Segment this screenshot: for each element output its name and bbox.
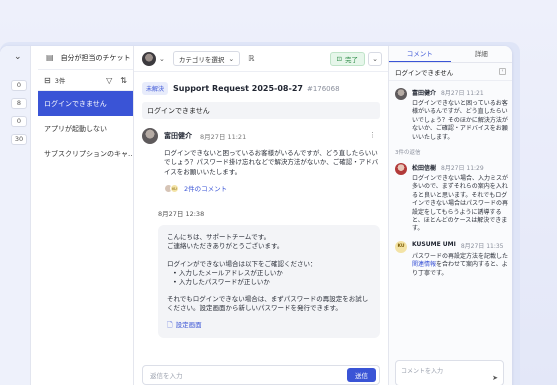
ticket-subject: ログインできません — [142, 102, 380, 119]
complete-button[interactable]: ⊡ 完了 — [329, 51, 365, 66]
avatar: KU — [395, 240, 407, 253]
archive-icon: ⊡ — [336, 54, 342, 63]
count-column: ⌄ 0 8 0 30 — [0, 46, 31, 385]
reply-bullet: • 入力したメールアドレスが正しいか — [173, 268, 283, 277]
category-select[interactable]: カテゴリを選択 ⌄ — [172, 51, 241, 66]
category-select-label: カテゴリを選択 — [178, 55, 225, 64]
comment-text: ログインできないと困っているお客様がいるんですが、どう直したらいいでしょう？その… — [412, 100, 508, 141]
file-icon: 🗋 — [167, 320, 173, 329]
avatar — [142, 128, 158, 144]
reply-line: ログインができない場合は以下をご確認ください： — [167, 259, 317, 268]
side-header: ログインできません ‹ — [389, 63, 512, 81]
reply-line: ご連絡いただきありがとうございます。 — [167, 242, 284, 251]
ticket-count: 3件 — [54, 77, 66, 85]
message-date: 8月27日 11:21 — [200, 133, 247, 141]
tab-details[interactable]: 詳細 — [451, 46, 513, 62]
reply-bullet: • 入力したパスワードが正しいか — [173, 278, 270, 287]
ticket-item[interactable]: サブスクリプションのキャ... — [38, 141, 133, 166]
ticket-item[interactable]: アプリが起動しない — [38, 116, 133, 141]
ticket-list: ▤ 自分が担当のチケット ⊟ 3件 ▽ ⇅ ログインできません アプリが起動しな… — [38, 46, 134, 385]
count-badge: 0 — [11, 80, 27, 91]
customer-message: 富田健介 8月27日 11:21 ⋮ ログインできないと困っているお客様がいるん… — [134, 119, 388, 193]
sort-icon[interactable]: ⇅ — [120, 76, 127, 85]
kebab-menu-icon[interactable]: ⋮ — [369, 131, 376, 139]
ticket-title-row: 未解決 Support Request 2025-08-27 #176068 — [134, 72, 388, 95]
chevron-down-icon[interactable]: ⌄ — [14, 52, 22, 62]
complete-button-label: 完了 — [345, 55, 358, 64]
reply-date: 8月27日 12:38 — [158, 210, 205, 219]
related-info-link[interactable]: 関連情報 — [412, 261, 436, 268]
translate-icon[interactable]: ℝ — [248, 54, 254, 63]
app-window: ⌄ 0 8 0 30 ▤ 自分が担当のチケット ⊟ 3件 ▽ ⇅ ログインできま… — [0, 46, 512, 385]
more-options-button[interactable]: ⌄ — [368, 51, 382, 66]
comment-item: 富田健介 8月27日 11:21 ログインできないと困っているお客様がいるんです… — [389, 81, 512, 142]
assignee-avatar[interactable] — [142, 51, 156, 66]
message-author: 富田健介 — [164, 132, 192, 140]
status-badge: 未解決 — [142, 82, 169, 95]
comment-count: 2件のコメント — [184, 185, 228, 194]
comment-input[interactable]: コメントを入力 ➤ — [395, 360, 504, 385]
message-body: ログインできないと困っているお客様がいるんですが、どう直したらいいでしょう？パス… — [164, 149, 379, 176]
chevron-down-icon[interactable]: ⌄ — [159, 55, 165, 63]
reply-count-label: 3件の返信 — [395, 150, 421, 157]
comment-time: 8月27日 11:21 — [441, 90, 484, 97]
filter-icon[interactable]: ▽ — [106, 76, 112, 85]
list-title: 自分が担当のチケット — [60, 53, 131, 62]
reply-input[interactable]: 返信を入力 送信 — [142, 365, 380, 385]
inbox-icon: ▤ — [46, 53, 54, 62]
comment-placeholder: コメントを入力 — [401, 368, 444, 375]
conversation-pane: ⌄ カテゴリを選択 ⌄ ℝ ⊡ 完了 ⌄ 未解決 Support Request… — [134, 46, 388, 385]
comment-author: 松田信樹 — [412, 165, 437, 173]
avatar: KU — [170, 183, 179, 193]
comment-item: 松田信樹 8月27日 11:29 ログインできない場合、入力ミスが多いので、まず… — [389, 156, 512, 234]
send-button[interactable]: 送信 — [347, 368, 376, 382]
list-tools: ⊟ 3件 ▽ ⇅ — [38, 70, 133, 91]
tab-comments[interactable]: コメント — [389, 46, 451, 62]
reply-placeholder: 返信を入力 — [150, 372, 183, 380]
ticket-icon: ⊟ — [44, 75, 51, 85]
side-tabs: コメント 詳細 — [389, 46, 512, 63]
comment-text: ログインできない場合、入力ミスが多いので、まずそれらの案内を入れると良いと思いま… — [412, 175, 509, 233]
count-badge: 30 — [11, 134, 27, 145]
count-badge: 0 — [11, 116, 27, 127]
avatar — [395, 88, 407, 100]
ticket-item[interactable]: ログインできません — [38, 91, 133, 116]
list-header: ▤ 自分が担当のチケット — [38, 46, 133, 70]
send-icon[interactable]: ➤ — [492, 374, 498, 382]
reply-line: それでもログインできない場合は、まずパスワードの再設定をお試しください。設定画面… — [167, 295, 369, 313]
comment-item: KU KUSUME UMI 8月27日 11:35 パスワードの再設定方法を記載… — [389, 234, 512, 278]
comment-text-part: パスワードの再設定方法を記載した — [412, 252, 509, 260]
comment-thread-link[interactable]: KU 2件のコメント — [164, 183, 380, 193]
comment-text: パスワードの再設定方法を記載した関連情報を合わせて案内すると、より丁寧です。 — [412, 253, 508, 278]
avatar — [395, 163, 407, 176]
attachment-name: 設定画面 — [175, 320, 202, 329]
support-reply: こんにちは、サポートチームです。 ご連絡いただきありがとうございます。 ログイン… — [158, 225, 380, 338]
side-title: ログインできません — [395, 68, 454, 77]
chevron-down-icon: ⌄ — [228, 54, 235, 63]
count-badge: 8 — [11, 98, 27, 109]
comments-panel: コメント 詳細 ログインできません ‹ 富田健介 8月27日 11:21 ログイ… — [388, 46, 512, 385]
collapse-icon[interactable]: ‹ — [499, 68, 506, 75]
conversation-toolbar: ⌄ カテゴリを選択 ⌄ ℝ ⊡ 完了 ⌄ — [134, 46, 388, 72]
comment-author: 富田健介 — [412, 90, 437, 97]
ticket-title: Support Request 2025-08-27 — [173, 84, 303, 93]
ticket-number: #176068 — [306, 84, 340, 93]
comment-author: KUSUME UMI — [412, 240, 456, 248]
comment-time: 8月27日 11:29 — [441, 165, 484, 173]
attachment-link[interactable]: 🗋 設定画面 — [167, 321, 371, 330]
comment-time: 8月27日 11:35 — [460, 242, 504, 250]
